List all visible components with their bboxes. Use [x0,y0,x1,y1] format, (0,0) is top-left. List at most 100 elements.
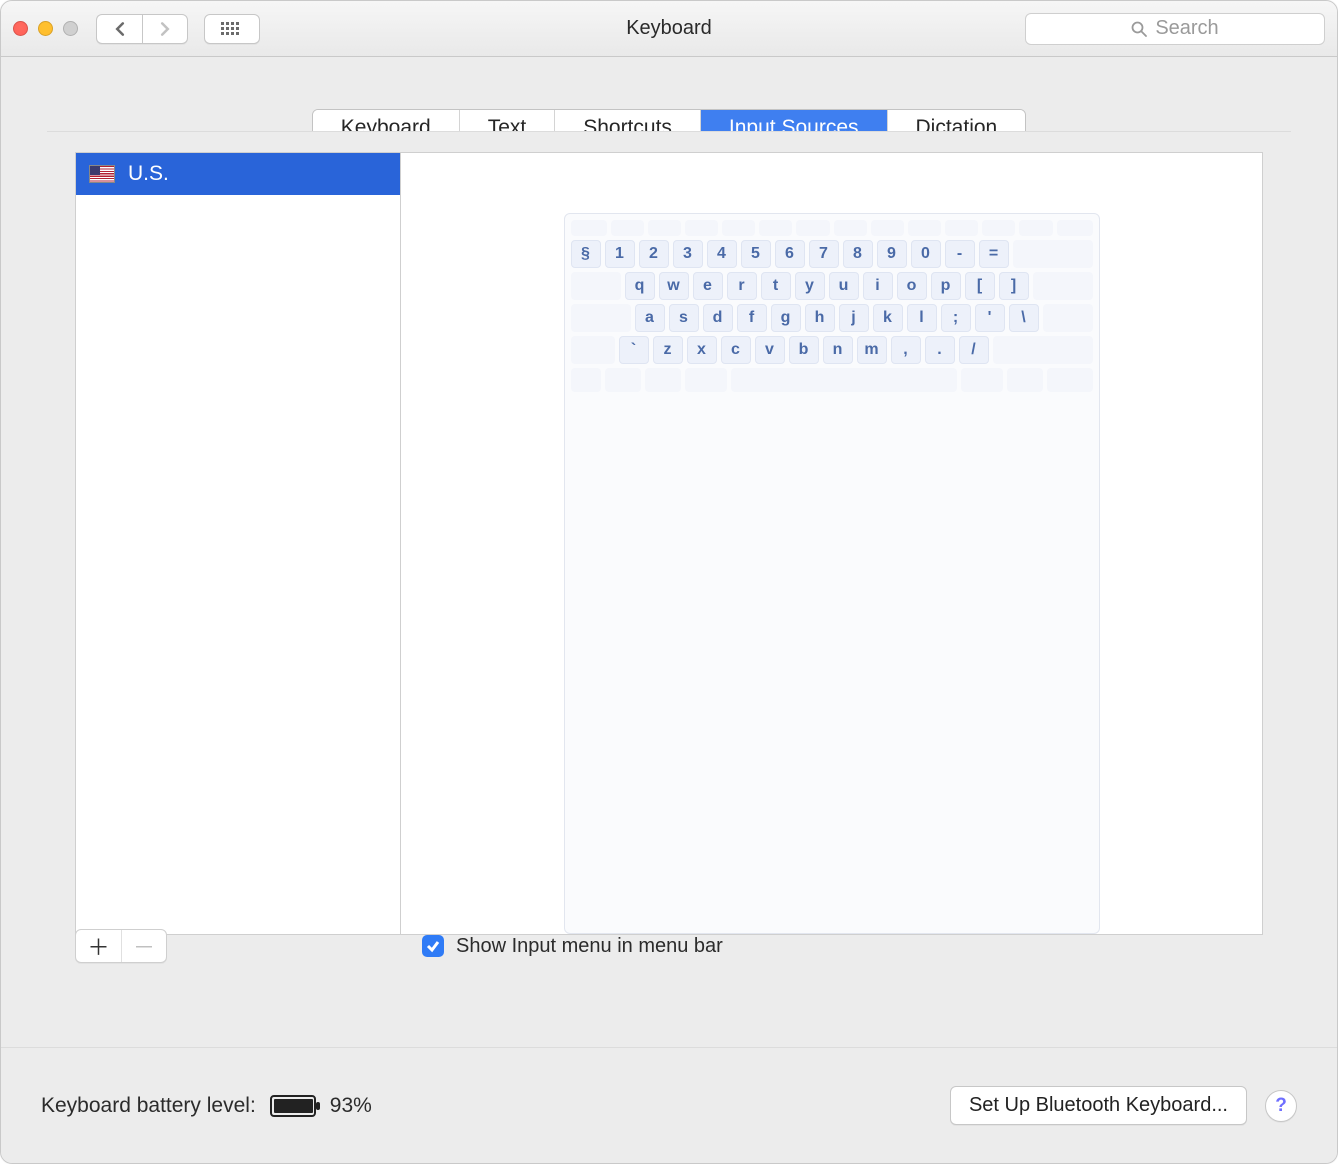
add-input-source-button[interactable]: ＋ [76,930,121,962]
remove-input-source-button[interactable]: － [121,930,166,962]
key: ] [999,272,1029,300]
key-blank [685,220,718,236]
key-blank [1007,368,1043,392]
key: \ [1009,304,1039,332]
key: u [829,272,859,300]
back-button[interactable] [96,14,142,44]
key: q [625,272,655,300]
key-blank [1013,240,1093,268]
key-blank [982,220,1015,236]
key-blank [571,272,621,300]
keyboard-layout: §1234567890-= qwertyuiop[] asdfghjkl;'\ … [564,213,1100,934]
spacebar-key [731,368,957,392]
key-blank [871,220,904,236]
key-blank [571,368,601,392]
key: § [571,240,601,268]
key: a [635,304,665,332]
key-blank [1057,220,1093,236]
titlebar: Keyboard Search [1,1,1337,57]
key-blank [722,220,755,236]
key: 0 [911,240,941,268]
input-source-item[interactable]: U.S. [76,153,400,195]
keyboard-preview: §1234567890-= qwertyuiop[] asdfghjkl;'\ … [401,153,1262,934]
chevron-left-icon [113,22,127,36]
key: t [761,272,791,300]
key: v [755,336,785,364]
key: [ [965,272,995,300]
panel-inner: U.S. [75,152,1263,935]
key-blank [571,336,615,364]
key-blank [611,220,644,236]
key: i [863,272,893,300]
key-blank [796,220,829,236]
chevron-right-icon [158,22,172,36]
key: 9 [877,240,907,268]
key: ' [975,304,1005,332]
key: n [823,336,853,364]
show-input-menu-checkbox[interactable] [422,935,444,957]
key-blank [571,304,631,332]
key: 1 [605,240,635,268]
key-blank [1047,368,1093,392]
key: r [727,272,757,300]
content-panel: U.S. [47,131,1291,953]
key-blank [908,220,941,236]
key: 3 [673,240,703,268]
key: 4 [707,240,737,268]
battery-percentage: 93% [330,1094,372,1118]
search-placeholder: Search [1155,17,1218,40]
close-window-button[interactable] [13,21,28,36]
key-blank [648,220,681,236]
key: p [931,272,961,300]
input-source-label: U.S. [128,162,169,186]
flag-icon [90,166,114,182]
check-icon [426,939,440,953]
key-blank [685,368,727,392]
help-button[interactable]: ? [1265,1090,1297,1122]
forward-button[interactable] [142,14,188,44]
show-all-prefs-button[interactable] [204,14,260,44]
battery-status: Keyboard battery level: 93% [41,1094,372,1118]
key-blank [961,368,1003,392]
below-panel-controls: ＋ － Show Input menu in menu bar [75,929,1263,963]
key: ; [941,304,971,332]
key-blank [1033,272,1093,300]
battery-icon [270,1095,316,1117]
grid-icon [221,22,243,36]
nav-buttons [96,14,188,44]
key: f [737,304,767,332]
key-blank [834,220,867,236]
search-input[interactable]: Search [1025,13,1325,45]
key: l [907,304,937,332]
key-blank [645,368,681,392]
key: o [897,272,927,300]
key: 5 [741,240,771,268]
key: w [659,272,689,300]
key-blank [759,220,792,236]
key: s [669,304,699,332]
key: b [789,336,819,364]
key: j [839,304,869,332]
key-blank [945,220,978,236]
key: = [979,240,1009,268]
key: k [873,304,903,332]
key: c [721,336,751,364]
minimize-window-button[interactable] [38,21,53,36]
key: - [945,240,975,268]
input-sources-list[interactable]: U.S. [76,153,401,934]
key: , [891,336,921,364]
key: x [687,336,717,364]
key-blank [605,368,641,392]
key: / [959,336,989,364]
battery-label-text: Keyboard battery level: [41,1094,256,1118]
show-input-menu-label: Show Input menu in menu bar [456,935,723,958]
zoom-window-button[interactable] [63,21,78,36]
key: . [925,336,955,364]
key: m [857,336,887,364]
key: 6 [775,240,805,268]
key: z [653,336,683,364]
key: d [703,304,733,332]
key: h [805,304,835,332]
bluetooth-keyboard-button[interactable]: Set Up Bluetooth Keyboard... [950,1086,1247,1125]
key: g [771,304,801,332]
